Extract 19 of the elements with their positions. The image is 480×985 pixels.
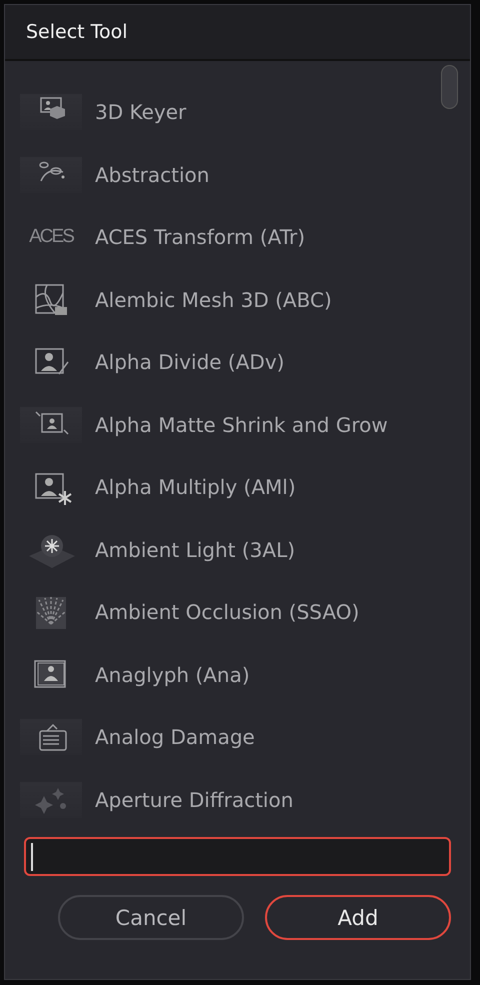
tool-item[interactable]: Ambient Light (3AL) bbox=[95, 538, 296, 562]
tool-item[interactable]: 3D Keyer bbox=[95, 100, 186, 124]
dialog-title: Select Tool bbox=[26, 21, 128, 43]
tool-item[interactable]: Alpha Multiply (AMl) bbox=[95, 475, 296, 500]
tool-item[interactable]: Abstraction bbox=[95, 162, 210, 187]
tool-item[interactable]: Analog Damage bbox=[95, 725, 255, 750]
search-field[interactable] bbox=[24, 837, 451, 876]
tool-item[interactable]: Anaglyph (Ana) bbox=[95, 662, 250, 687]
add-button[interactable]: Add bbox=[265, 895, 451, 940]
tool-item[interactable]: ACES Transform (ATr) bbox=[95, 225, 306, 250]
tool-item[interactable]: Alembic Mesh 3D (ABC) bbox=[95, 288, 332, 312]
text-cursor bbox=[31, 842, 33, 870]
aces-logo: ACES bbox=[29, 226, 73, 248]
scrollbar-thumb[interactable] bbox=[441, 65, 458, 109]
tool-item[interactable]: Alpha Matte Shrink and Grow bbox=[95, 412, 388, 437]
cancel-button[interactable]: Cancel bbox=[58, 895, 244, 940]
tool-item[interactable]: Alpha Divide (ADv) bbox=[95, 350, 284, 374]
tool-item[interactable]: Aperture Diffraction bbox=[95, 788, 294, 812]
tool-item[interactable]: Ambient Occlusion (SSAO) bbox=[95, 600, 360, 624]
